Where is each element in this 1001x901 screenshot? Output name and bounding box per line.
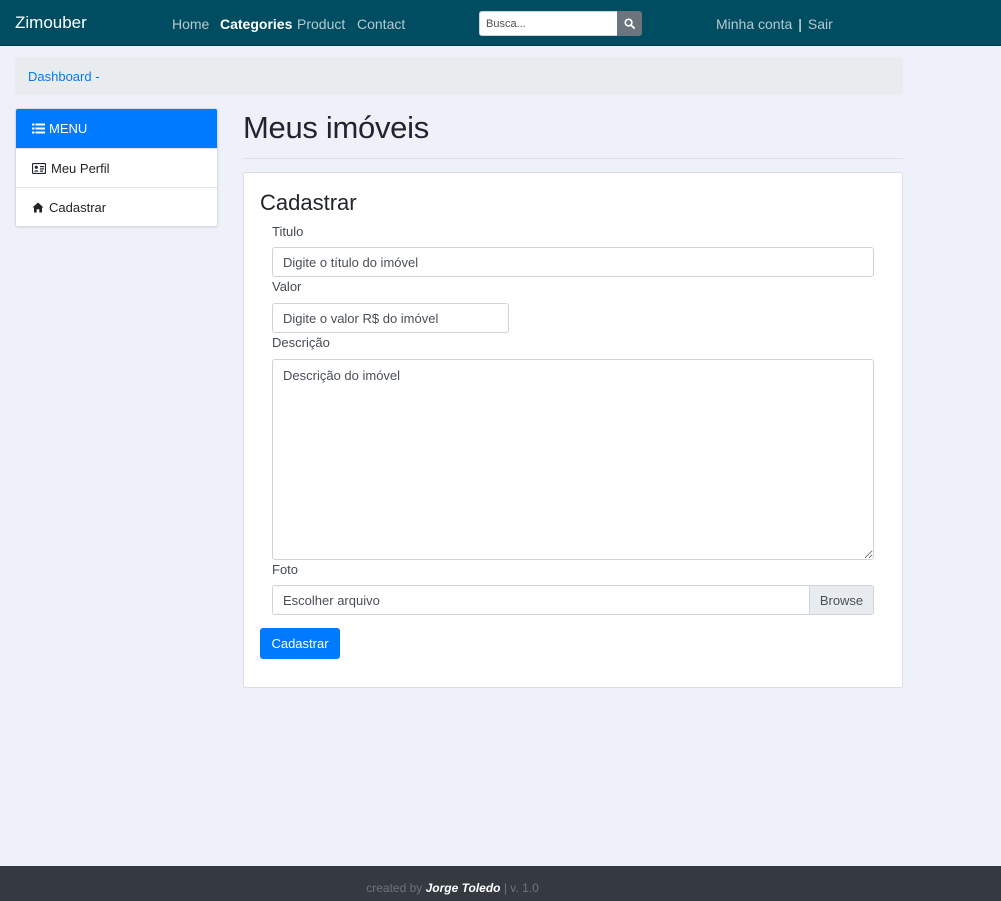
nav-link-product[interactable]: Product [297,16,345,32]
valor-label: Valor [272,279,302,294]
sidebar-item-label: Meu Perfil [51,160,110,176]
footer: created by Jorge Toledo | v. 1.0 [0,866,1001,901]
footer-version: | v. 1.0 [500,881,539,895]
card-title: Cadastrar [260,190,357,215]
search-form [479,11,642,36]
descricao-textarea[interactable] [272,359,874,560]
sidebar-item-meu-perfil[interactable]: Meu Perfil [16,148,217,187]
nav-link-home[interactable]: Home [172,16,209,32]
list-icon [32,123,45,134]
logout-link[interactable]: Sair [808,16,833,32]
nav-separator: | [798,16,802,32]
submit-button[interactable]: Cadastrar [260,628,340,659]
sidebar-header[interactable]: MENU [16,109,217,148]
file-chooser-label: Escolher arquivo [283,592,380,608]
search-input[interactable] [479,11,617,36]
valor-input[interactable] [272,303,509,333]
brand-logo[interactable]: Zimouber [15,13,87,33]
my-account-link[interactable]: Minha conta [716,16,792,32]
title-divider [243,158,903,159]
nav-link-categories[interactable]: Categories [220,16,292,32]
breadcrumb: Dashboard - [15,57,903,95]
breadcrumb-dashboard[interactable]: Dashboard - [28,69,100,84]
nav-link-contact[interactable]: Contact [357,16,405,32]
foto-label: Foto [272,562,299,577]
account-links: Minha conta | Sair [716,16,833,32]
search-icon [624,18,635,29]
sidebar-item-cadastrar[interactable]: Cadastrar [16,187,217,226]
id-card-icon [32,162,46,174]
photo-file-input[interactable]: Escolher arquivo Browse [272,585,874,615]
browse-button[interactable]: Browse [809,586,873,614]
titulo-input[interactable] [272,247,874,277]
search-button[interactable] [617,11,642,36]
register-card: Cadastrar Titulo Valor Descrição Foto Es… [243,172,903,688]
footer-prefix: created by [366,881,426,895]
top-navbar: Zimouber Home Categories Product Contact… [0,0,1001,46]
footer-author: Jorge Toledo [425,881,501,895]
descricao-label: Descrição [272,335,330,350]
sidebar-menu: MENU Meu Perfil Cadastrar [15,108,218,227]
page-title: Meus imóveis [243,110,429,145]
sidebar-item-label: Cadastrar [49,199,107,215]
titulo-label: Titulo [272,224,304,239]
home-icon [32,202,44,212]
sidebar-header-label: MENU [49,121,88,136]
